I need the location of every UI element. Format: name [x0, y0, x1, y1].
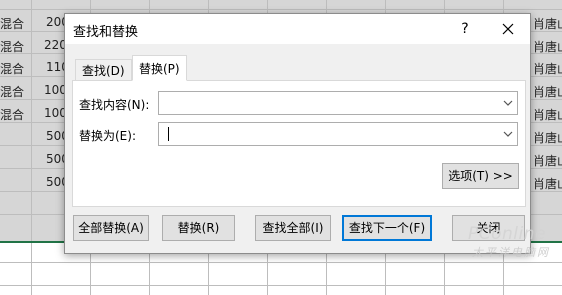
close-icon[interactable]	[493, 17, 523, 41]
dialog-title: 查找和替换	[73, 25, 139, 40]
find-next-button[interactable]: 查找下一个(F)	[342, 215, 432, 241]
replace-input[interactable]	[159, 123, 499, 145]
sheet-cell: 肖唐山	[533, 85, 562, 99]
dialog-body: 查找(D) 替换(P) 查找内容(N): 替换为(E): 选项(T) >> 全部…	[65, 44, 530, 253]
sheet-cell: 肖唐山	[533, 17, 562, 31]
sheet-cell: 混合	[0, 85, 25, 99]
sheet-cell: 肖唐山	[533, 154, 562, 168]
replace-all-button[interactable]: 全部替换(A)	[73, 215, 149, 241]
sheet-cell: 肖唐山	[533, 40, 562, 54]
find-label: 查找内容(N):	[79, 98, 150, 112]
sheet-cell: 肖唐山	[533, 62, 562, 76]
chevron-down-icon[interactable]	[499, 92, 517, 114]
find-input[interactable]	[159, 92, 499, 114]
grid-line	[0, 9, 562, 10]
watermark-subtitle: 太平洋电脑网	[472, 246, 550, 259]
sheet-cell: 肖唐山	[533, 131, 562, 145]
find-combobox[interactable]	[158, 91, 518, 115]
dialog-titlebar[interactable]: 查找和替换 ?	[65, 14, 530, 44]
options-button[interactable]: 选项(T) >>	[442, 163, 519, 189]
find-all-button[interactable]: 查找全部(I)	[255, 215, 331, 241]
sheet-cell: 混合	[0, 108, 25, 122]
sheet-cell: 肖唐山	[533, 177, 562, 191]
chevron-down-icon[interactable]	[499, 123, 517, 145]
watermark-brand: PConline	[468, 224, 546, 244]
sheet-cell: 肖唐山	[533, 108, 562, 122]
tab-find[interactable]: 查找(D)	[75, 59, 132, 80]
find-replace-dialog: 查找和替换 ? 查找(D) 替换(P) 查找内容(N): 替换为(E): 选项(…	[64, 13, 531, 254]
replace-combobox[interactable]	[158, 122, 518, 146]
grid-line	[0, 285, 562, 286]
replace-label: 替换为(E):	[79, 129, 136, 143]
help-button[interactable]: ?	[453, 17, 477, 41]
replace-panel: 查找内容(N): 替换为(E): 选项(T) >>	[72, 80, 526, 207]
watermark-logo: PConline 太平洋电脑网	[468, 224, 558, 264]
sheet-cell: 混合	[0, 17, 25, 31]
sheet-cell: 混合	[0, 40, 25, 54]
sheet-cell: 混合	[0, 62, 25, 76]
replace-button[interactable]: 替换(R)	[162, 215, 235, 241]
text-caret	[168, 127, 169, 141]
tab-replace[interactable]: 替换(P)	[132, 55, 187, 81]
grid-line	[31, 0, 32, 295]
